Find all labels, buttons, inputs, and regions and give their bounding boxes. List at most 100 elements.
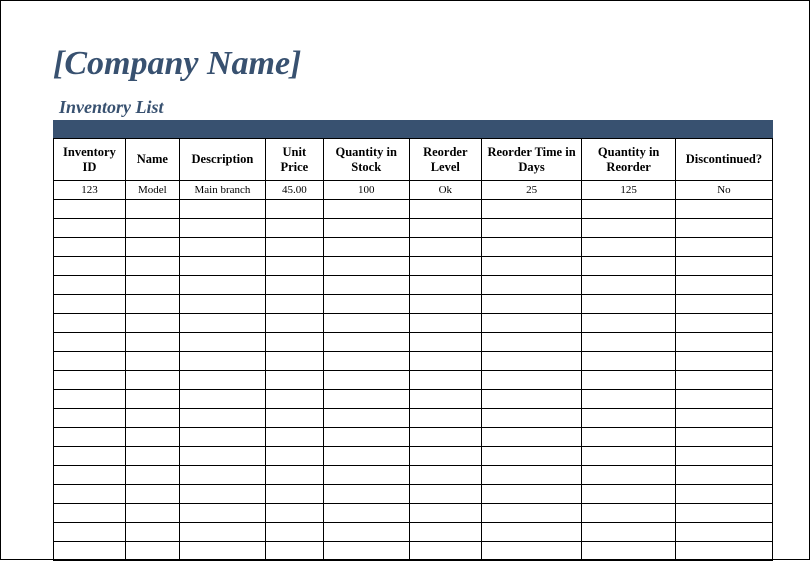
cell-empty[interactable] [582,200,675,219]
cell-empty[interactable] [582,219,675,238]
cell-empty[interactable] [179,542,265,561]
cell-empty[interactable] [125,238,179,257]
cell-empty[interactable] [125,523,179,542]
table-row-empty[interactable] [54,219,773,238]
cell-empty[interactable] [409,447,481,466]
cell-empty[interactable] [323,333,409,352]
cell-empty[interactable] [409,485,481,504]
cell-empty[interactable] [323,428,409,447]
cell-empty[interactable] [54,390,126,409]
cell-empty[interactable] [323,314,409,333]
cell-empty[interactable] [54,409,126,428]
cell-empty[interactable] [323,295,409,314]
cell-empty[interactable] [481,314,582,333]
cell-empty[interactable] [409,371,481,390]
cell-empty[interactable] [675,295,772,314]
cell-empty[interactable] [582,257,675,276]
cell-empty[interactable] [582,447,675,466]
cell-empty[interactable] [582,314,675,333]
cell-empty[interactable] [675,238,772,257]
cell-empty[interactable] [179,485,265,504]
cell-empty[interactable] [582,371,675,390]
cell-discontinued[interactable]: No [675,181,772,200]
cell-empty[interactable] [266,295,324,314]
cell-empty[interactable] [54,276,126,295]
cell-empty[interactable] [125,428,179,447]
cell-empty[interactable] [179,200,265,219]
cell-empty[interactable] [323,200,409,219]
cell-empty[interactable] [125,371,179,390]
table-row-empty[interactable] [54,352,773,371]
cell-empty[interactable] [675,409,772,428]
cell-empty[interactable] [675,333,772,352]
cell-empty[interactable] [125,409,179,428]
cell-empty[interactable] [409,219,481,238]
cell-empty[interactable] [409,409,481,428]
cell-empty[interactable] [266,466,324,485]
cell-empty[interactable] [409,428,481,447]
cell-empty[interactable] [179,428,265,447]
cell-empty[interactable] [481,542,582,561]
cell-empty[interactable] [179,352,265,371]
cell-description[interactable]: Main branch [179,181,265,200]
cell-empty[interactable] [125,314,179,333]
cell-empty[interactable] [481,523,582,542]
cell-empty[interactable] [481,276,582,295]
table-row-empty[interactable] [54,200,773,219]
cell-empty[interactable] [323,447,409,466]
cell-empty[interactable] [125,295,179,314]
cell-empty[interactable] [582,409,675,428]
cell-empty[interactable] [266,428,324,447]
cell-empty[interactable] [481,409,582,428]
table-row[interactable]: 123ModelMain branch45.00100Ok25125No [54,181,773,200]
cell-empty[interactable] [675,371,772,390]
cell-reorder_time[interactable]: 25 [481,181,582,200]
cell-empty[interactable] [54,466,126,485]
cell-empty[interactable] [481,352,582,371]
cell-empty[interactable] [582,504,675,523]
table-row-empty[interactable] [54,542,773,561]
cell-empty[interactable] [323,504,409,523]
cell-empty[interactable] [54,200,126,219]
cell-empty[interactable] [54,238,126,257]
cell-empty[interactable] [582,466,675,485]
cell-empty[interactable] [323,219,409,238]
cell-empty[interactable] [323,409,409,428]
cell-empty[interactable] [582,390,675,409]
cell-empty[interactable] [675,485,772,504]
cell-empty[interactable] [323,466,409,485]
cell-empty[interactable] [481,485,582,504]
cell-empty[interactable] [323,352,409,371]
cell-empty[interactable] [675,447,772,466]
table-row-empty[interactable] [54,390,773,409]
cell-empty[interactable] [125,542,179,561]
cell-empty[interactable] [323,276,409,295]
cell-empty[interactable] [54,447,126,466]
cell-empty[interactable] [481,466,582,485]
table-row-empty[interactable] [54,485,773,504]
cell-empty[interactable] [409,504,481,523]
cell-empty[interactable] [179,314,265,333]
cell-empty[interactable] [266,352,324,371]
cell-empty[interactable] [675,428,772,447]
cell-empty[interactable] [125,276,179,295]
cell-id[interactable]: 123 [54,181,126,200]
table-row-empty[interactable] [54,523,773,542]
cell-empty[interactable] [323,542,409,561]
cell-reorder_level[interactable]: Ok [409,181,481,200]
cell-empty[interactable] [179,238,265,257]
cell-empty[interactable] [266,504,324,523]
cell-empty[interactable] [409,542,481,561]
cell-empty[interactable] [481,371,582,390]
cell-empty[interactable] [54,257,126,276]
cell-empty[interactable] [675,523,772,542]
cell-empty[interactable] [266,485,324,504]
cell-empty[interactable] [54,428,126,447]
cell-name[interactable]: Model [125,181,179,200]
cell-empty[interactable] [481,333,582,352]
cell-empty[interactable] [582,523,675,542]
cell-empty[interactable] [125,219,179,238]
cell-empty[interactable] [179,523,265,542]
cell-empty[interactable] [266,371,324,390]
cell-empty[interactable] [179,409,265,428]
